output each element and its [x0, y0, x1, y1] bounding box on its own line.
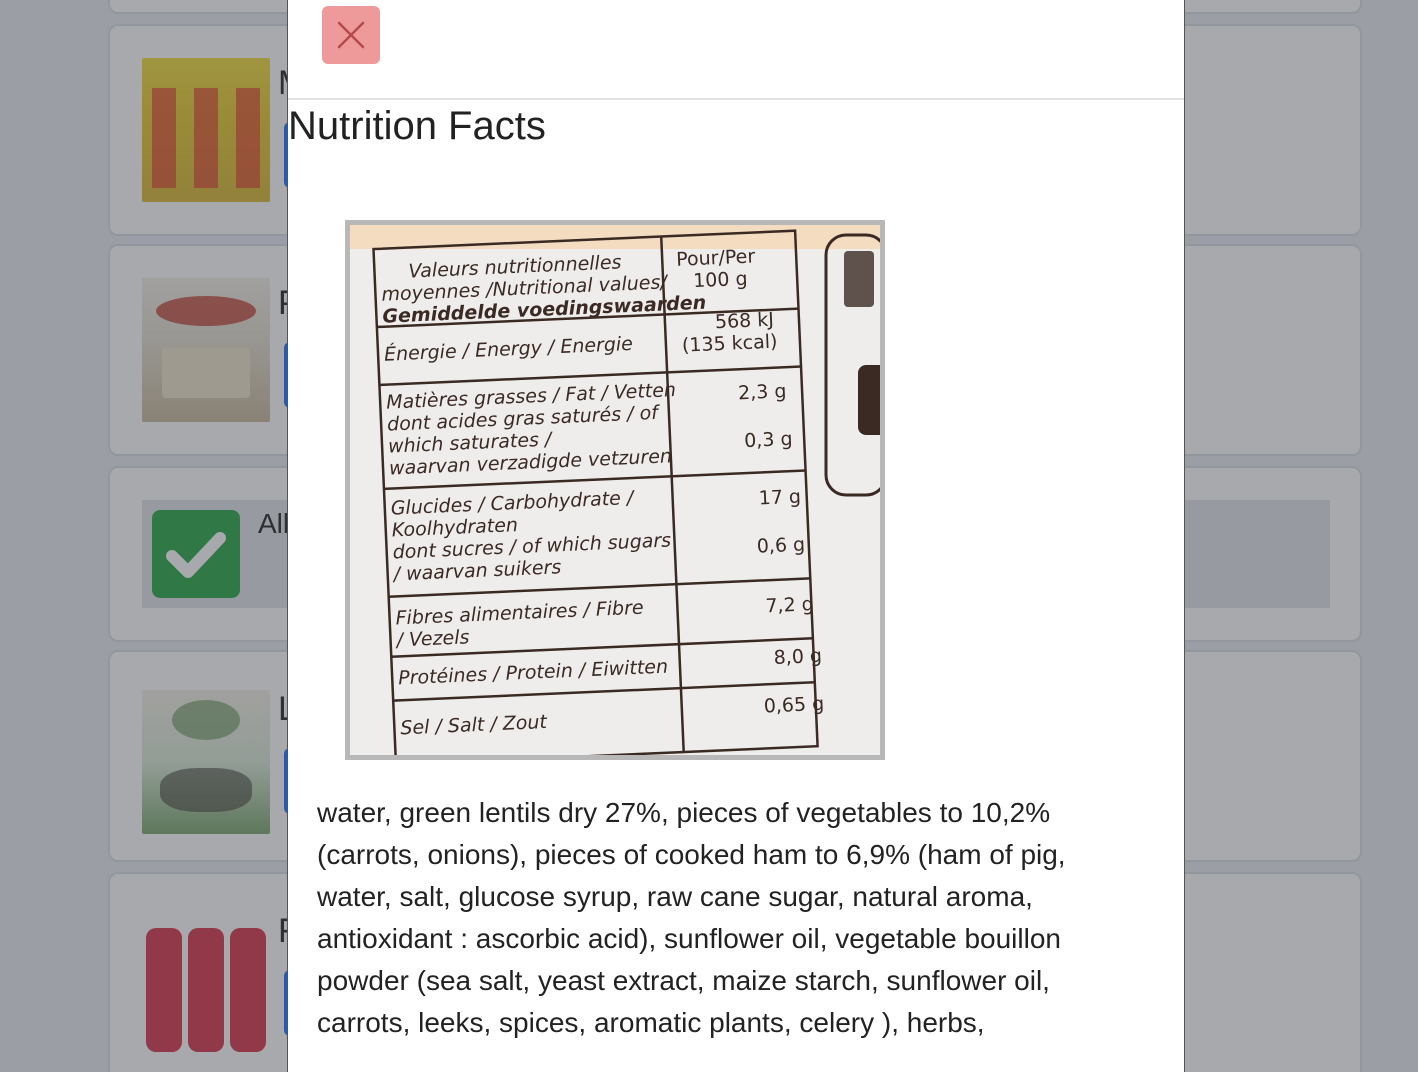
nutrient-value: 2,3 g — [738, 380, 787, 404]
nutrition-label-image: Valeurs nutritionnelles moyennes /Nutrit… — [345, 220, 885, 760]
nutrient-value: 0,65 g — [763, 693, 824, 718]
nutrient-value: 17 g — [758, 486, 801, 510]
nutrient-value: 8,0 g — [773, 645, 822, 669]
ingredients-text: water, green lentils dry 27%, pieces of … — [317, 797, 1066, 1038]
page: M P All — [0, 0, 1418, 1072]
modal-header — [288, 0, 1184, 100]
nutrient-value: 568 kJ — [715, 309, 775, 334]
nutrient-value: 0,3 g — [744, 428, 793, 452]
nutrition-table: Valeurs nutritionnelles moyennes /Nutrit… — [350, 225, 880, 755]
close-button[interactable] — [322, 6, 380, 64]
nutrient-value: 0,6 g — [756, 534, 805, 558]
nutrient-value: 7,2 g — [765, 593, 814, 617]
modal-title: Nutrition Facts — [288, 104, 546, 148]
nutrition-modal: Nutrition Facts Valeurs nutritionnelles … — [287, 0, 1185, 1072]
close-icon — [337, 21, 365, 49]
nutrient-value: (135 kcal) — [682, 331, 778, 357]
label-header-line: 100 g — [693, 268, 748, 292]
nutrient-label: / Vezels — [394, 626, 470, 651]
